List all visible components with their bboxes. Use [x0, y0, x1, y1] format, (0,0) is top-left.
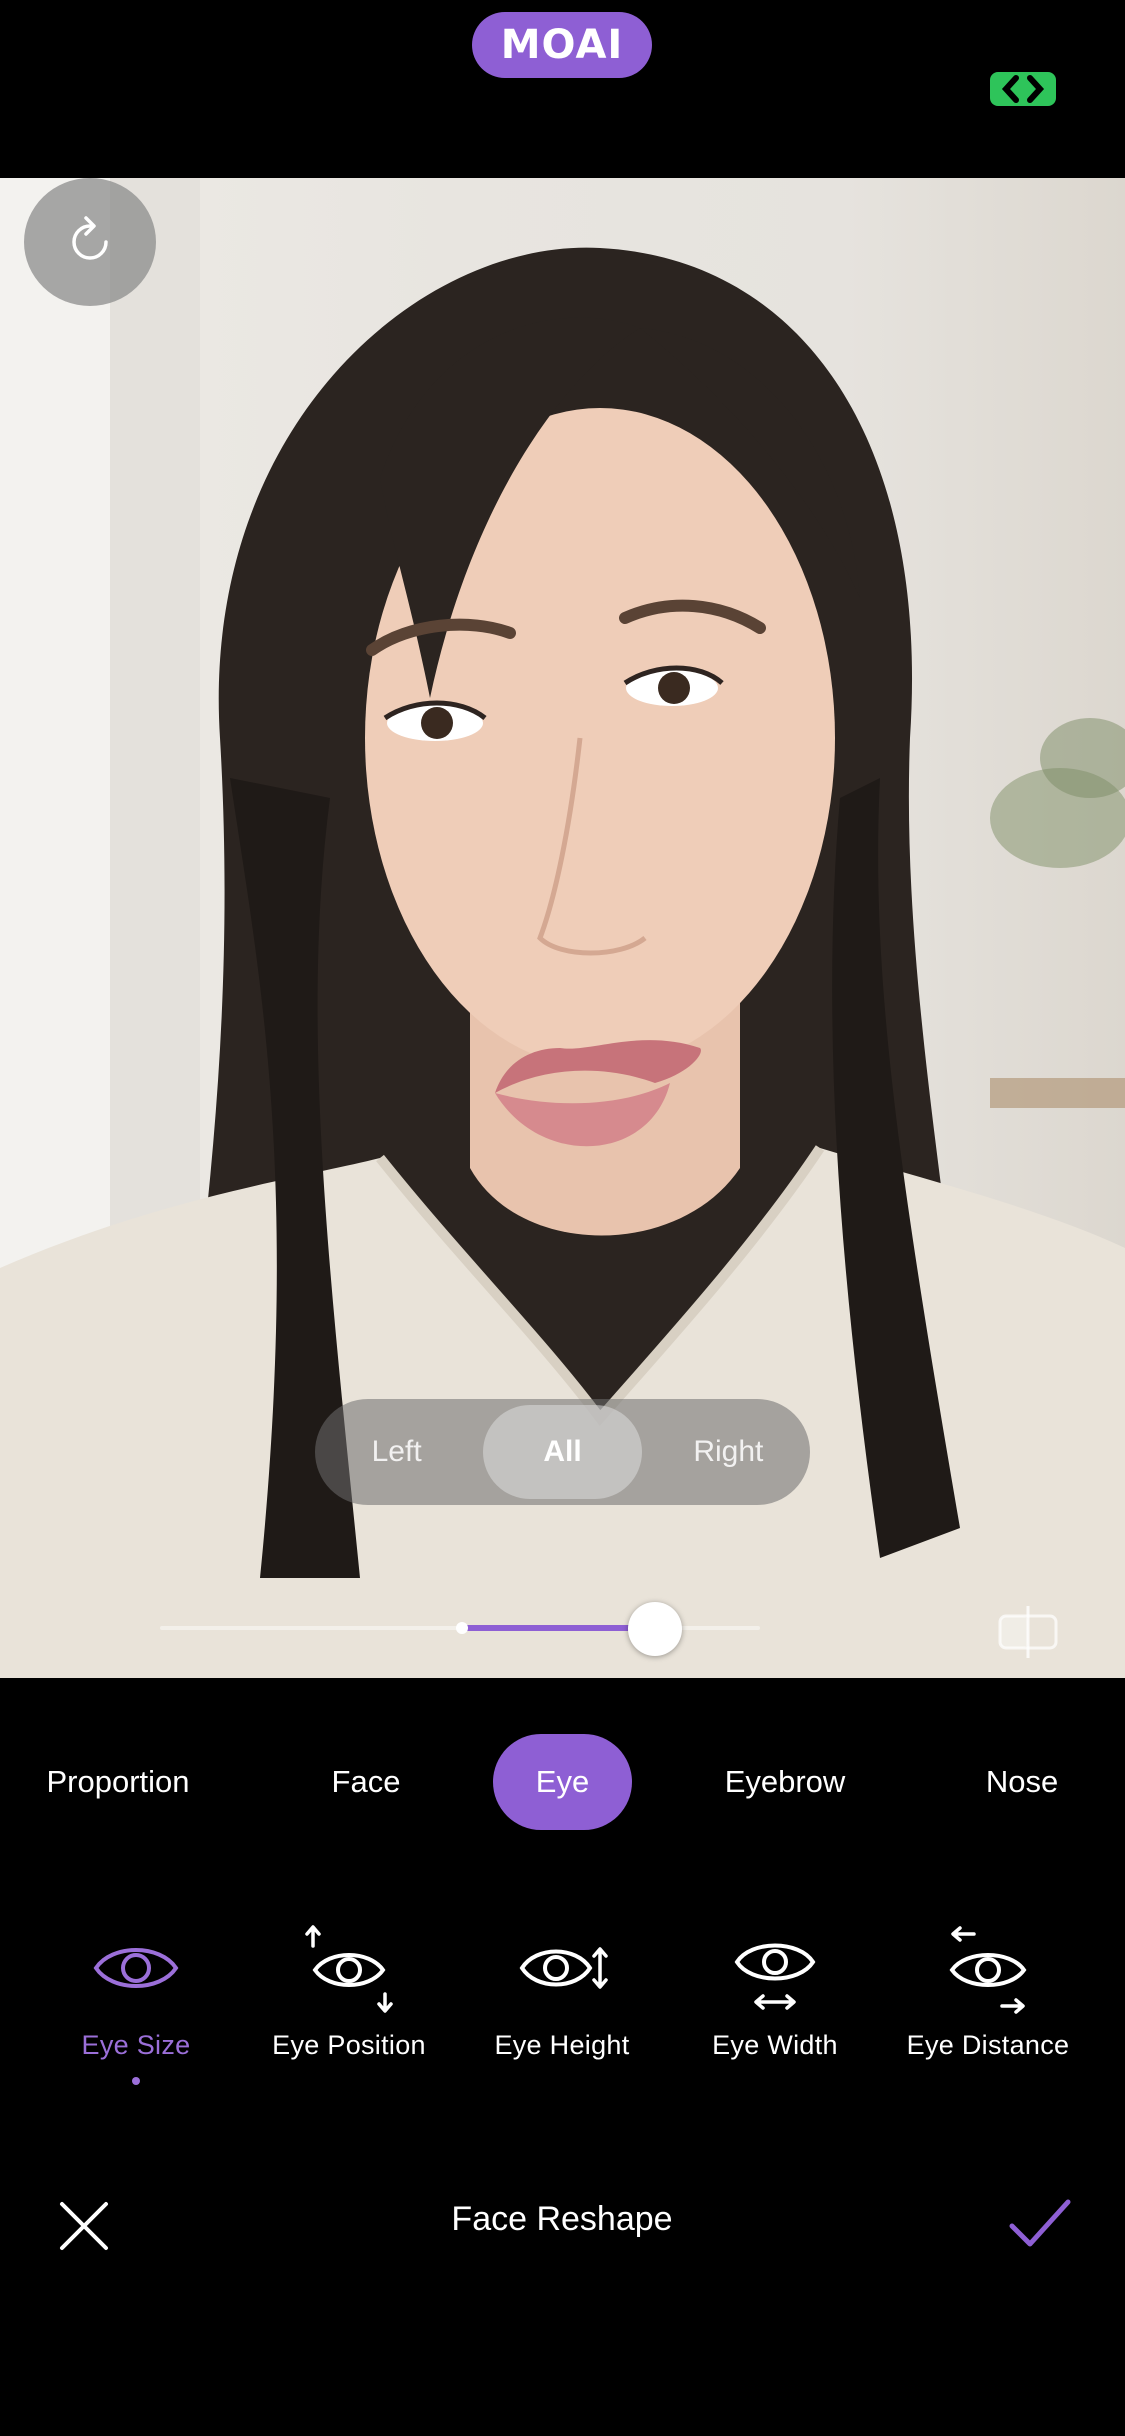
- slider-fill: [462, 1625, 655, 1631]
- eye-height-icon: [519, 1947, 608, 1989]
- intensity-slider[interactable]: [160, 1598, 760, 1658]
- tool-label: Eye Height: [494, 2030, 630, 2060]
- tool-label: Eye Width: [712, 2030, 838, 2060]
- ar-badge-icon[interactable]: [990, 72, 1056, 106]
- tab-face[interactable]: Face: [306, 1734, 426, 1830]
- tool-label: Eye Position: [272, 2030, 426, 2060]
- bottom-bar: Face Reshape: [0, 2180, 1125, 2270]
- tool-eye-width[interactable]: Eye Width: [675, 1920, 875, 2061]
- tab-eyebrow[interactable]: Eyebrow: [705, 1734, 865, 1830]
- tool-eye-position[interactable]: Eye Position: [249, 1920, 449, 2061]
- eye-tools: Eye Size Eye Position Eye Height Eye Wid…: [0, 1920, 1125, 2120]
- compare-icon[interactable]: [996, 1602, 1060, 1662]
- eye-width-icon: [734, 1943, 816, 2010]
- tool-label: Eye Size: [81, 2030, 191, 2060]
- side-option-right[interactable]: Right: [647, 1435, 810, 1469]
- screen-title: Face Reshape: [451, 2200, 673, 2238]
- close-icon[interactable]: [56, 2198, 112, 2254]
- tab-nose[interactable]: Nose: [962, 1734, 1082, 1830]
- side-selector: Left All Right: [315, 1399, 810, 1505]
- tab-eye[interactable]: Eye: [493, 1734, 632, 1830]
- selected-indicator: [132, 2077, 140, 2085]
- tab-proportion[interactable]: Proportion: [18, 1734, 218, 1830]
- tool-eye-height[interactable]: Eye Height: [462, 1920, 662, 2061]
- category-tabs: Proportion Face Eye Eyebrow Nose: [0, 1734, 1125, 1830]
- checkmark-icon[interactable]: [1008, 2196, 1072, 2252]
- photo-preview[interactable]: Left All Right: [0, 178, 1125, 1678]
- reset-button[interactable]: [24, 178, 156, 306]
- side-option-left[interactable]: Left: [315, 1435, 478, 1469]
- eye-size-icon: [93, 1948, 179, 1988]
- app-logo: MOAI: [472, 12, 652, 78]
- tool-eye-distance[interactable]: Eye Distance: [888, 1920, 1088, 2061]
- side-option-all[interactable]: All: [483, 1405, 642, 1499]
- tool-label: Eye Distance: [906, 2030, 1070, 2060]
- eye-distance-icon: [949, 1926, 1027, 2014]
- eye-position-icon: [305, 1925, 393, 2013]
- slider-thumb[interactable]: [628, 1602, 682, 1656]
- refresh-icon: [72, 216, 108, 260]
- top-bar: MOAI: [0, 0, 1125, 178]
- tool-eye-size[interactable]: Eye Size: [36, 1920, 236, 2085]
- slider-origin-marker: [456, 1622, 468, 1634]
